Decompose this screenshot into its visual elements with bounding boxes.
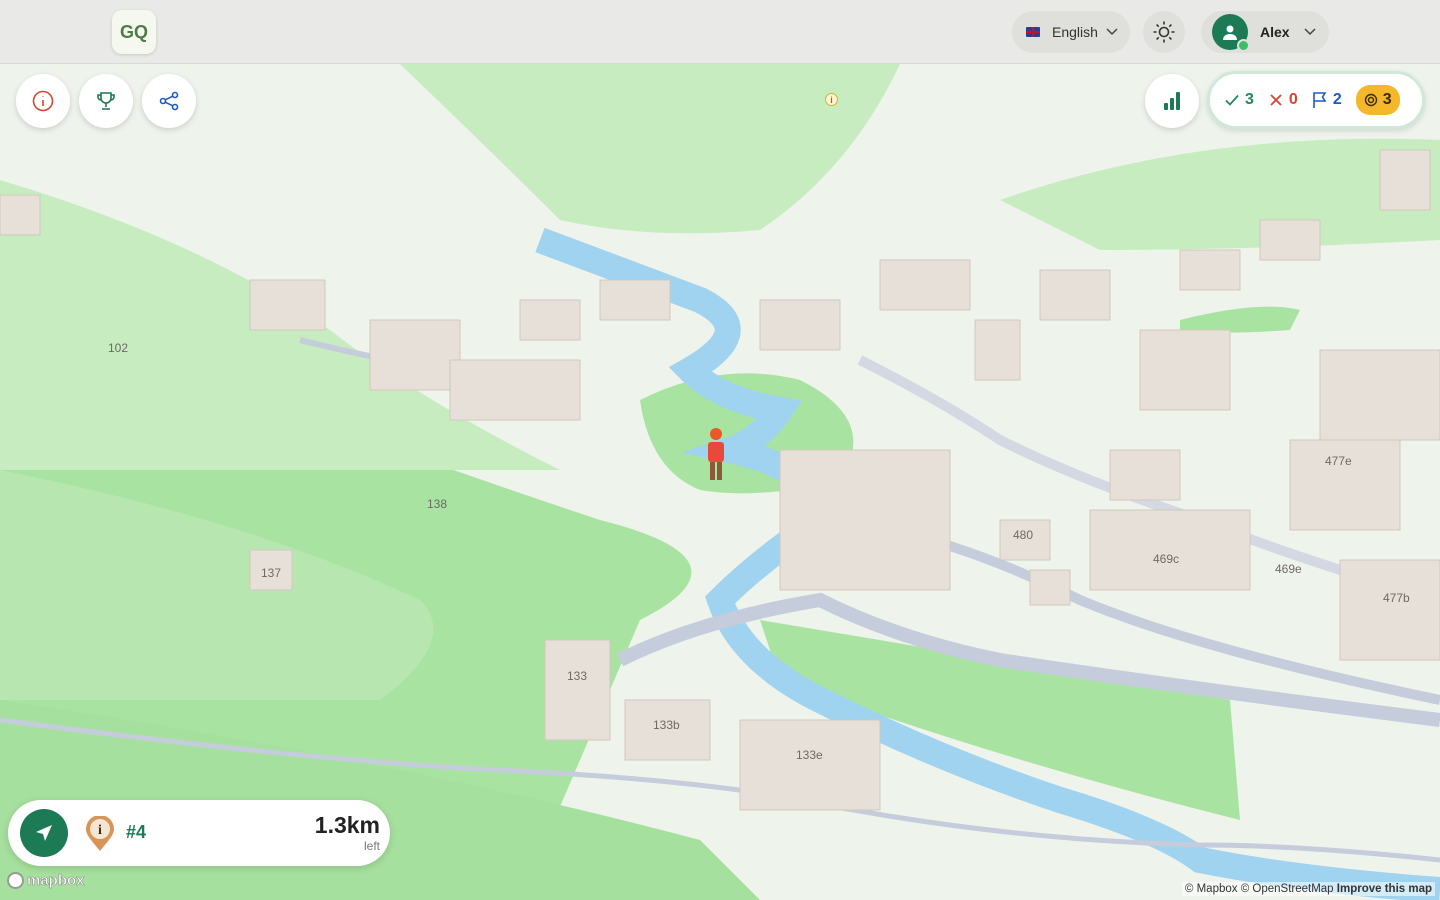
- chevron-down-icon: [1106, 28, 1118, 36]
- navigate-button[interactable]: [20, 809, 68, 857]
- improve-map-link[interactable]: Improve this map: [1337, 883, 1432, 895]
- coin-value: 3: [1382, 91, 1392, 108]
- map-info-marker[interactable]: i: [825, 93, 838, 106]
- building-label-133e: 133e: [796, 748, 823, 762]
- coin-count: 3: [1355, 85, 1400, 115]
- distance-value: 1.3km: [314, 812, 380, 838]
- chevron-down-icon: [1304, 28, 1316, 36]
- online-status-dot: [1237, 39, 1250, 52]
- user-menu[interactable]: Alex: [1201, 11, 1329, 53]
- bar-chart-icon: [1164, 92, 1180, 110]
- user-icon: [1223, 25, 1237, 40]
- mapbox-mark-icon: [7, 872, 24, 889]
- wrong-value: 0: [1288, 91, 1298, 108]
- wrong-count: 0: [1268, 91, 1298, 109]
- top-bar: GQ English Alex: [0, 0, 1440, 64]
- building-label-480: 480: [1013, 528, 1033, 542]
- flag-count: 2: [1312, 91, 1342, 109]
- app-logo[interactable]: GQ: [112, 10, 156, 54]
- distance-label: left: [363, 839, 380, 853]
- svg-text:i: i: [98, 823, 102, 838]
- building-label-477e: 477e: [1325, 454, 1352, 468]
- language-selector[interactable]: English: [1012, 11, 1130, 53]
- coin-icon: [1364, 93, 1377, 107]
- correct-count: 3: [1224, 91, 1254, 109]
- building-label-138: 138: [427, 497, 447, 511]
- correct-value: 3: [1245, 91, 1254, 108]
- info-button[interactable]: [16, 74, 70, 128]
- building-label-469e: 469e: [1275, 562, 1302, 576]
- navigation-arrow-icon: [36, 825, 52, 841]
- logo-text: GQ: [119, 21, 148, 42]
- map-canvas[interactable]: 102 138 137 133 133b 133e 480 469e 469c …: [0, 64, 1440, 900]
- language-label: English: [1052, 24, 1098, 40]
- attribution-mapbox-link[interactable]: © Mapbox: [1185, 883, 1238, 895]
- mapbox-logo[interactable]: mapbox: [7, 872, 85, 889]
- target-card[interactable]: i #4 1.3km left: [8, 800, 390, 866]
- user-name: Alex: [1260, 24, 1290, 40]
- flag-value: 2: [1332, 91, 1342, 108]
- check-icon: [1225, 94, 1239, 106]
- target-number: #4: [126, 822, 147, 842]
- share-icon: [159, 91, 179, 111]
- building-label-137: 137: [261, 566, 281, 580]
- share-button[interactable]: [142, 74, 196, 128]
- building-label-469c: 469c: [1153, 552, 1179, 566]
- map-attribution: © Mapbox © OpenStreetMap Improve this ma…: [1181, 882, 1435, 896]
- building-label-477b: 477b: [1383, 591, 1410, 605]
- info-icon: [32, 90, 54, 112]
- theme-toggle-button[interactable]: [1143, 11, 1185, 53]
- cross-icon: [1270, 94, 1282, 106]
- attribution-osm-link[interactable]: © OpenStreetMap: [1241, 883, 1334, 895]
- sun-icon: [1153, 21, 1175, 43]
- avatar: [1212, 14, 1250, 52]
- uk-flag-icon: [1026, 27, 1040, 37]
- trophy-icon: [97, 92, 115, 110]
- building-label-133: 133: [567, 669, 587, 683]
- building-label-133b: 133b: [653, 718, 680, 732]
- mapbox-text: mapbox: [27, 872, 85, 890]
- statistics-button[interactable]: [1145, 74, 1199, 128]
- score-summary: 3 0 2 3: [1207, 71, 1425, 129]
- leaderboard-button[interactable]: [79, 74, 133, 128]
- info-pin-icon: i: [86, 816, 114, 851]
- building-label-102: 102: [108, 341, 128, 355]
- flag-icon: [1313, 92, 1327, 108]
